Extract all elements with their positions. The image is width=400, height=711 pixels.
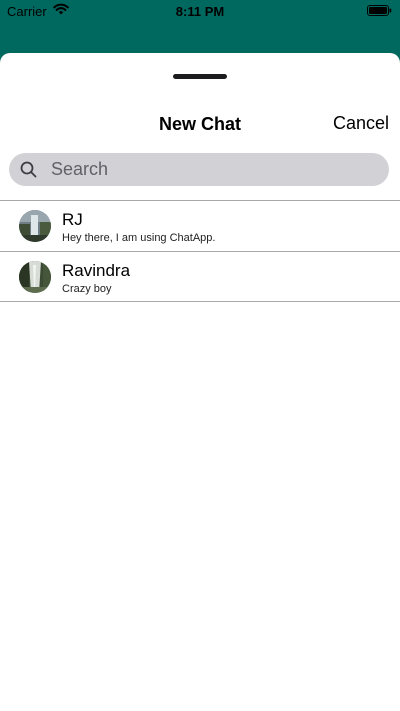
contact-name: Ravindra [62, 261, 131, 280]
clock-time: 8:11 PM [175, 4, 225, 19]
cancel-button[interactable]: Cancel [333, 113, 389, 134]
battery-icon [367, 5, 392, 16]
search-input[interactable] [51, 153, 371, 186]
contact-list: RJ Hey there, I am using ChatApp. Ravind… [0, 200, 400, 302]
sheet-grabber[interactable] [173, 74, 227, 79]
avatar [19, 210, 51, 242]
contact-row-rj[interactable]: RJ Hey there, I am using ChatApp. [0, 200, 400, 251]
contact-row-ravindra[interactable]: Ravindra Crazy boy [0, 251, 400, 302]
avatar [19, 261, 51, 293]
contact-status: Crazy boy [62, 283, 112, 295]
search-icon [20, 161, 37, 178]
new-chat-sheet: New Chat Cancel RJ Hey there, I am using… [0, 53, 400, 711]
contact-name: RJ [62, 210, 83, 229]
search-bar[interactable] [9, 153, 389, 186]
contact-status: Hey there, I am using ChatApp. [62, 232, 216, 244]
status-bar: Carrier 8:11 PM [0, 0, 400, 24]
